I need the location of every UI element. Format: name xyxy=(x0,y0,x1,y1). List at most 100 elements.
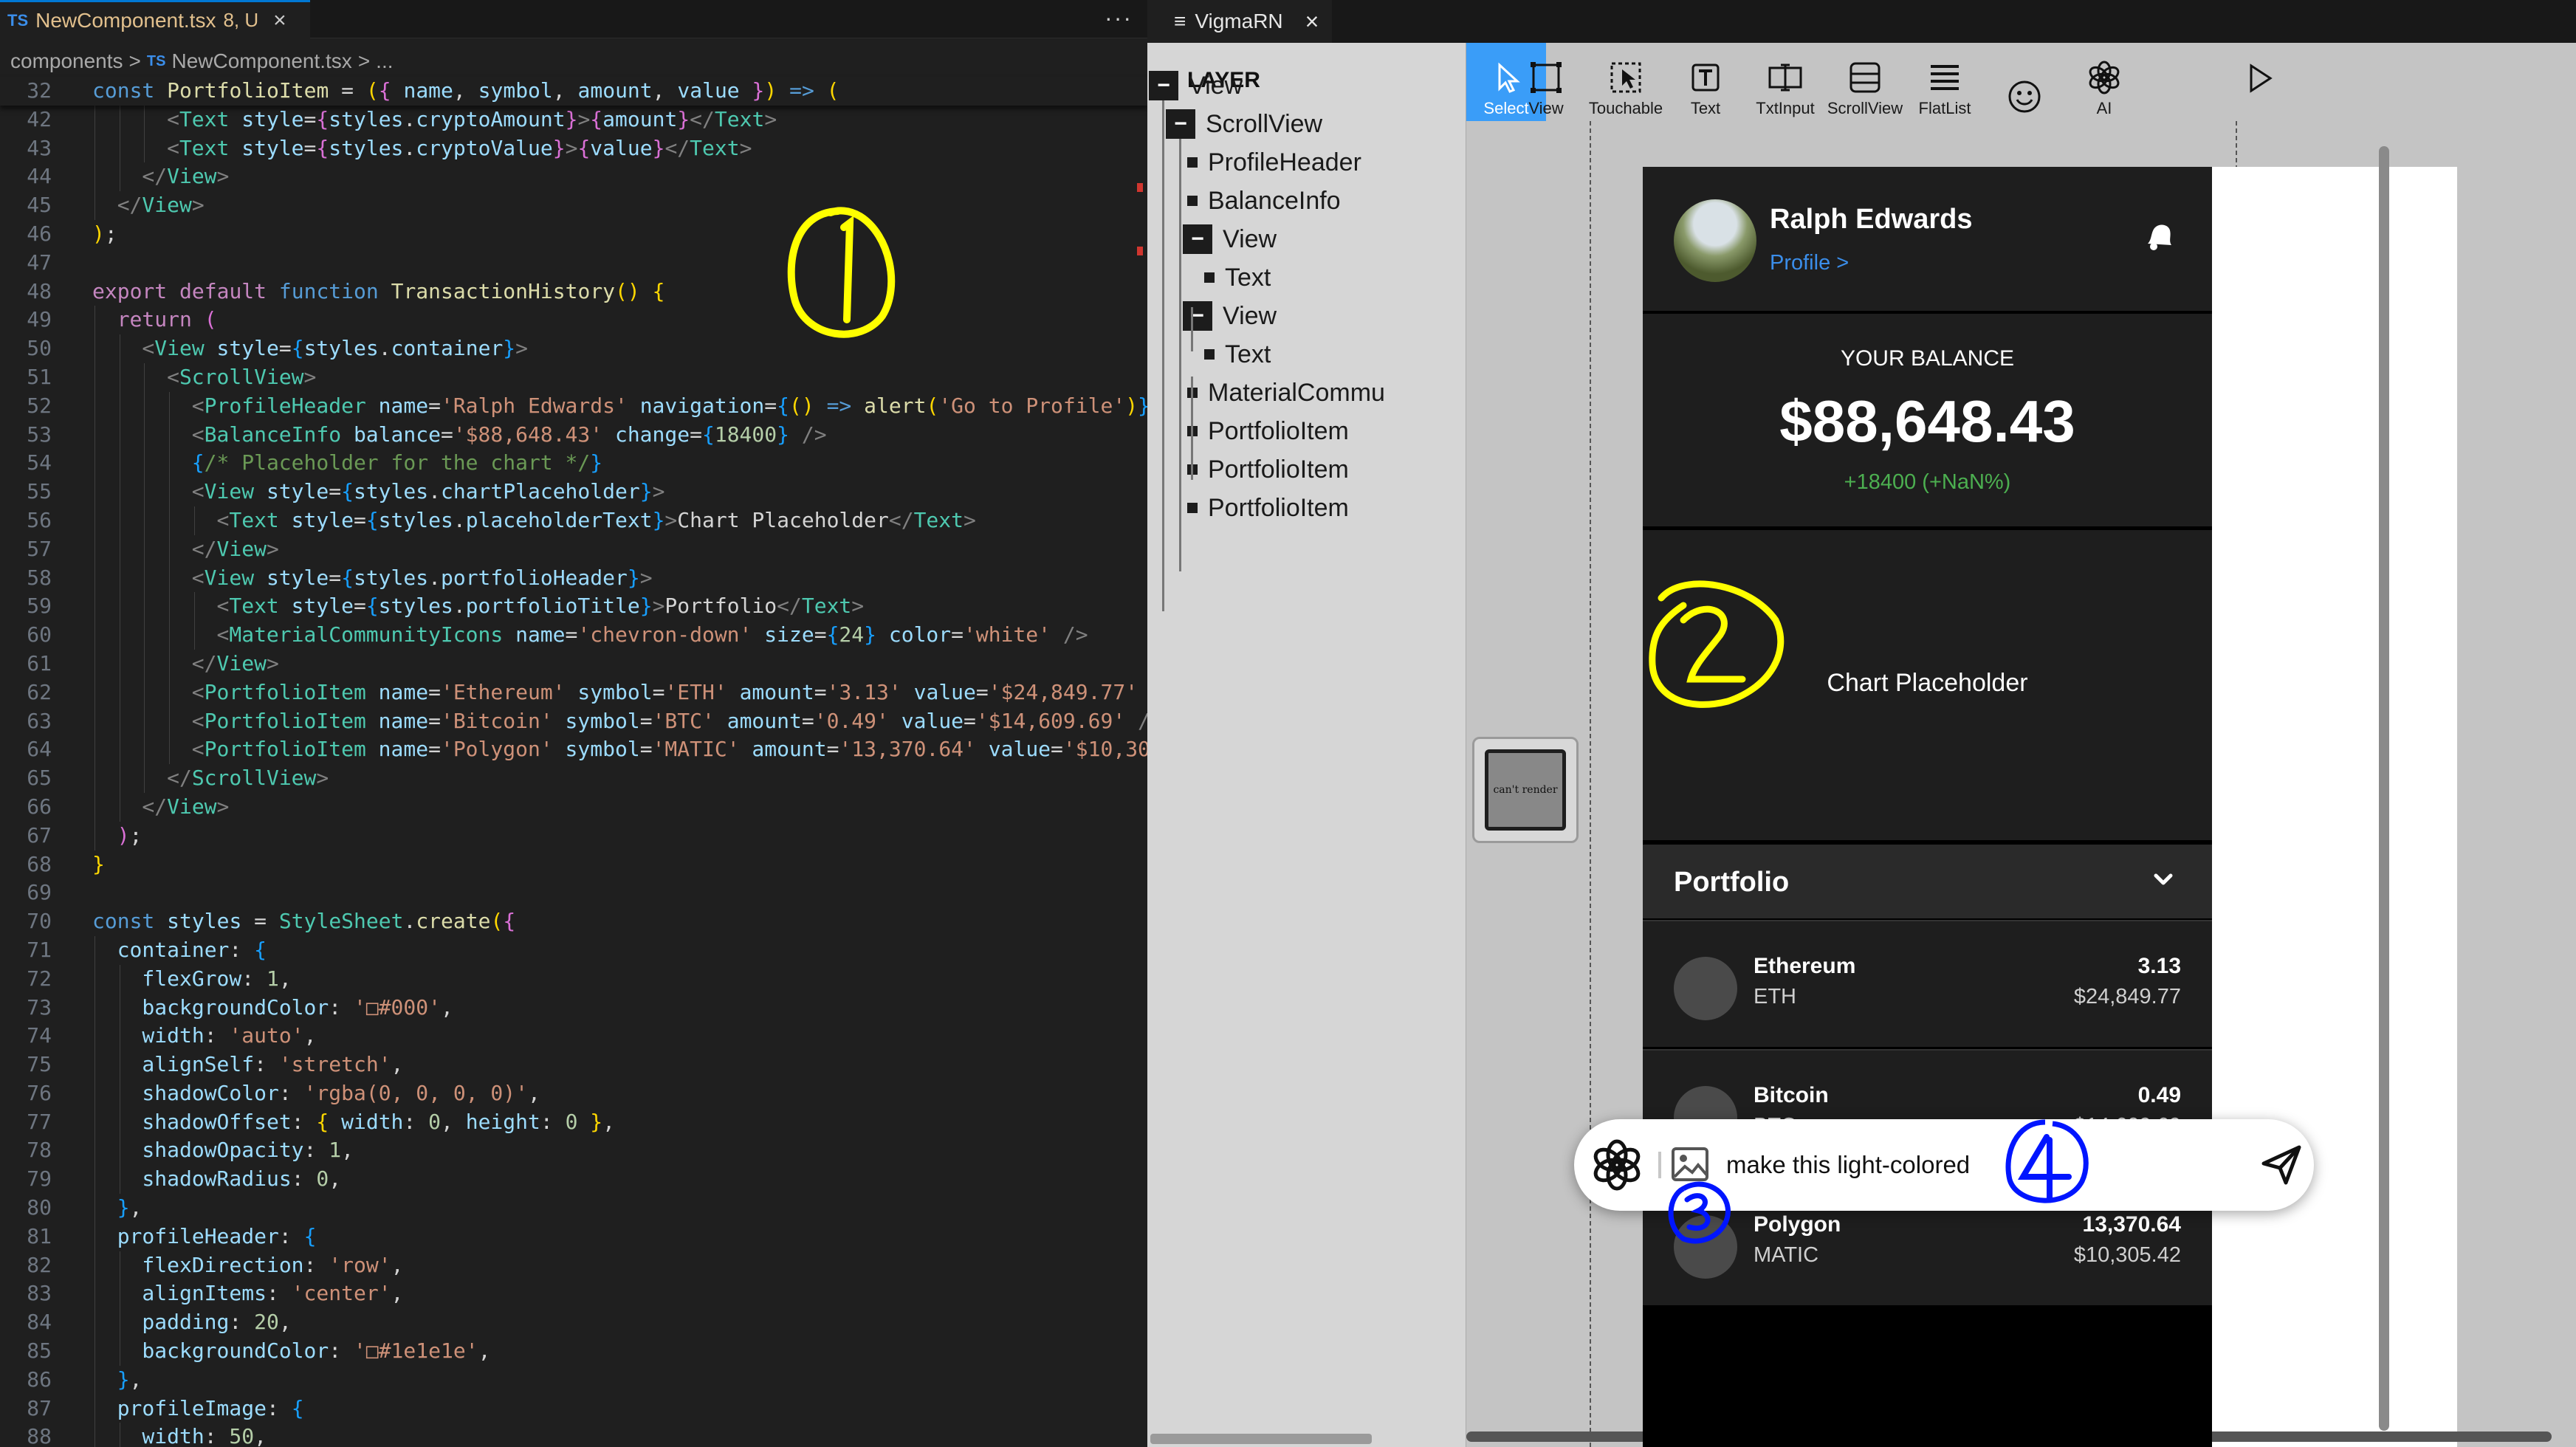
collapse-toggle-icon[interactable]: − xyxy=(1166,109,1195,139)
close-icon[interactable]: × xyxy=(1305,8,1319,35)
code-line[interactable]: 83 alignItems: 'center', xyxy=(0,1279,1147,1309)
code-line[interactable]: 80}, xyxy=(0,1194,1147,1223)
layer-node[interactable]: MaterialCommu xyxy=(1187,374,1385,412)
code-line[interactable]: 88 width: 50, xyxy=(0,1423,1147,1447)
code-line[interactable]: 68} xyxy=(0,850,1147,879)
code-line[interactable]: 42 <Text style={styles.cryptoAmount}>{amo… xyxy=(0,105,1147,134)
breadcrumb-symbol[interactable]: ... xyxy=(376,49,393,73)
code-line[interactable]: 82 flexDirection: 'row', xyxy=(0,1251,1147,1280)
code-line[interactable]: 50 <View style={styles.container}> xyxy=(0,334,1147,363)
code-line[interactable]: 64 <PortfolioItem name='Polygon' symbol='… xyxy=(0,735,1147,765)
layer-node[interactable]: − View xyxy=(1149,66,1243,105)
layer-node[interactable]: − View xyxy=(1183,297,1277,335)
layer-node[interactable]: − ScrollView xyxy=(1166,105,1322,143)
tool-touchable[interactable]: Touchable xyxy=(1586,43,1666,121)
layer-node[interactable]: Text xyxy=(1204,335,1271,374)
code-token: shadowOpacity xyxy=(142,1138,304,1163)
code-line[interactable]: 59 <Text style={styles.portfolioTitle}>Po… xyxy=(0,592,1147,622)
code-line[interactable]: 48 export default function TransactionHis… xyxy=(0,278,1147,306)
openai-icon[interactable] xyxy=(1590,1138,1644,1192)
close-icon[interactable]: × xyxy=(273,8,286,33)
cant-render-widget[interactable]: can't render xyxy=(1472,737,1579,843)
portfolio-item[interactable]: Ethereum ETH 3.13 $24,849.77 xyxy=(1643,920,2212,1047)
code-token: styles xyxy=(378,507,453,532)
tab-vigmarn[interactable]: ≡ VigmaRN × xyxy=(1147,0,1332,43)
editor-tab-newcomponent[interactable]: TS NewComponent.tsx 8, U × xyxy=(0,0,310,38)
code-line[interactable]: 72 flexGrow: 1, xyxy=(0,964,1147,994)
layer-node[interactable]: PortfolioItem xyxy=(1187,450,1349,489)
tool-flatlist[interactable]: FlatList xyxy=(1905,43,1985,121)
code-line[interactable]: 79 shadowRadius: 0, xyxy=(0,1165,1147,1195)
code-line[interactable]: 60 <MaterialCommunityIcons name='chevron-… xyxy=(0,621,1147,650)
code-line[interactable]: 77 shadowOffset: { width: 0, height: 0 }, xyxy=(0,1107,1147,1137)
phone-preview[interactable]: Ralph Edwards Profile > YOUR BALANCE $88… xyxy=(1643,167,2212,1447)
code-line[interactable]: 44 </View> xyxy=(0,162,1147,192)
code-line[interactable]: 69 xyxy=(0,879,1147,907)
code-line[interactable]: 78 shadowOpacity: 1, xyxy=(0,1136,1147,1166)
code-line[interactable]: 66 </View> xyxy=(0,792,1147,822)
code-line[interactable]: 53 <BalanceInfo balance='$88,648.43' chan… xyxy=(0,420,1147,450)
code-line[interactable]: 87 profileImage: { xyxy=(0,1394,1147,1423)
code-line[interactable]: 75 alignSelf: 'stretch', xyxy=(0,1051,1147,1079)
tool-txtinput[interactable]: TxtInput xyxy=(1745,43,1825,121)
profile-header[interactable]: Ralph Edwards Profile > xyxy=(1643,167,2212,311)
code-line[interactable]: 85 backgroundColor: '□#1e1e1e', xyxy=(0,1337,1147,1366)
code-token: < xyxy=(191,393,205,418)
code-line[interactable]: 61 </View> xyxy=(0,649,1147,678)
code-line[interactable]: 51 <ScrollView> xyxy=(0,362,1147,392)
breadcrumb-folder[interactable]: components xyxy=(10,49,123,73)
collapse-toggle-icon[interactable]: − xyxy=(1149,71,1178,100)
code-line[interactable]: 56 <Text style={styles.placeholderText}>C… xyxy=(0,506,1147,535)
code-line[interactable]: 58 <View style={styles.portfolioHeader}> xyxy=(0,563,1147,593)
code-line[interactable]: 47 xyxy=(0,249,1147,278)
collapse-toggle-icon[interactable]: − xyxy=(1183,224,1212,254)
code-line[interactable]: 63 <PortfolioItem name='Bitcoin' symbol='… xyxy=(0,707,1147,736)
code-line[interactable]: 84 padding: 20, xyxy=(0,1308,1147,1338)
breadcrumb-file[interactable]: NewComponent.tsx xyxy=(171,49,351,73)
bell-icon[interactable] xyxy=(2142,219,2176,252)
code-line[interactable]: 81 profileHeader: { xyxy=(0,1222,1147,1251)
code-line[interactable]: 71 container: { xyxy=(0,935,1147,965)
tool-smiley[interactable] xyxy=(1985,43,2064,121)
tool-text[interactable]: Text xyxy=(1666,43,1745,121)
tool-ai[interactable]: AI xyxy=(2064,43,2144,121)
code-editor[interactable]: TS NewComponent.tsx 8, U × ··· component… xyxy=(0,0,1147,1447)
code-line[interactable]: 70 const styles = StyleSheet.create({ xyxy=(0,907,1147,936)
tool-view[interactable]: View xyxy=(1506,43,1586,121)
send-icon[interactable] xyxy=(2259,1143,2304,1187)
code-line[interactable]: 52 <ProfileHeader name='Ralph Edwards' na… xyxy=(0,391,1147,421)
code-area[interactable]: 32 const PortfolioItem = ({ name, symbol,… xyxy=(0,77,1147,1447)
layer-node[interactable]: Text xyxy=(1204,258,1271,297)
layer-node[interactable]: ProfileHeader xyxy=(1187,143,1361,182)
layer-node[interactable]: BalanceInfo xyxy=(1187,182,1341,220)
code-line[interactable]: 73 backgroundColor: '□#000', xyxy=(0,993,1147,1022)
code-line[interactable]: 45 </View> xyxy=(0,191,1147,220)
code-line[interactable]: 67); xyxy=(0,821,1147,850)
code-line[interactable]: 54 {/* Placeholder for the chart */} xyxy=(0,449,1147,478)
collapse-toggle-icon[interactable]: − xyxy=(1183,301,1212,331)
code-line[interactable]: 74 width: 'auto', xyxy=(0,1022,1147,1051)
horizontal-scrollbar[interactable] xyxy=(1150,1434,1372,1444)
layer-node[interactable]: PortfolioItem xyxy=(1187,412,1349,450)
ai-prompt-input[interactable] xyxy=(1726,1141,2199,1189)
layer-node[interactable]: − View xyxy=(1183,220,1277,258)
code-token: </ xyxy=(664,135,690,160)
chevron-down-icon[interactable] xyxy=(2151,867,2176,892)
tool-play[interactable] xyxy=(2219,43,2299,121)
tool-scrollview[interactable]: ScrollView xyxy=(1825,43,1905,121)
code-line[interactable]: 76 shadowColor: 'rgba(0, 0, 0, 0)', xyxy=(0,1079,1147,1108)
layer-node[interactable]: PortfolioItem xyxy=(1187,489,1349,527)
vertical-scrollbar[interactable] xyxy=(2379,146,2389,1431)
code-line[interactable]: 43 <Text style={styles.cryptoValue}>{valu… xyxy=(0,134,1147,163)
code-line[interactable]: 46); xyxy=(0,220,1147,249)
code-line[interactable]: 65 </ScrollView> xyxy=(0,764,1147,793)
code-line[interactable]: 49 return ( xyxy=(0,306,1147,335)
code-line[interactable]: 55 <View style={styles.chartPlaceholder}> xyxy=(0,478,1147,506)
sticky-scroll-line[interactable]: 32 const PortfolioItem = ({ name, symbol,… xyxy=(0,77,1147,106)
more-actions-icon[interactable]: ··· xyxy=(1105,4,1133,32)
code-line[interactable]: 57 </View> xyxy=(0,535,1147,564)
profile-link[interactable]: Profile > xyxy=(1770,251,1849,275)
portfolio-header[interactable]: Portfolio xyxy=(1643,845,2212,918)
code-line[interactable]: 62 <PortfolioItem name='Ethereum' symbol=… xyxy=(0,678,1147,707)
code-line[interactable]: 86}, xyxy=(0,1365,1147,1395)
